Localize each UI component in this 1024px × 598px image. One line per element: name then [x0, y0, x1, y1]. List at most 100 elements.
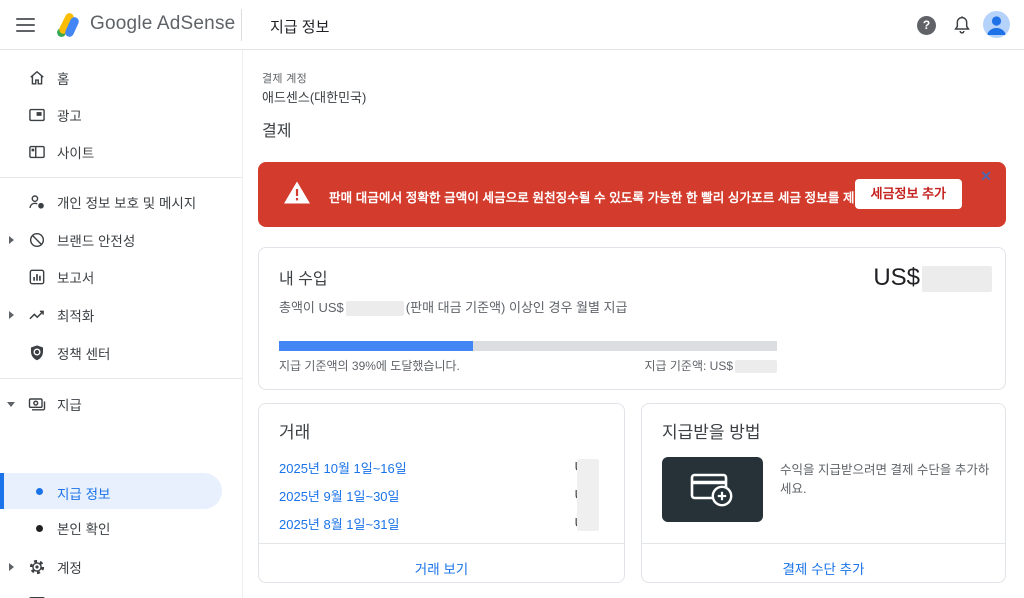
payment-method-card: 지급받을 방법 수익을 지급받으려면 결제 수단을 추가하세요. 결제 수단 추… — [641, 403, 1006, 583]
sidebar-item-policy-center[interactable]: 정책 센터 — [0, 336, 240, 370]
sidebar-item-label: 광고 — [57, 109, 82, 124]
card-divider — [642, 543, 1005, 544]
sidebar-item-home[interactable]: 홈 — [0, 61, 240, 95]
adsense-app: Google AdSense 지급 정보 ? 홈 광고 사이트 개인 정보 보호… — [0, 0, 1024, 598]
current-balance: US$ — [873, 264, 992, 292]
payments-icon — [27, 394, 47, 414]
billing-account-value: 애드센스(대한민국) — [262, 90, 367, 105]
sidebar-item-label: 지급 — [57, 398, 82, 413]
sidebar-item-label: 브랜드 안전성 — [57, 234, 136, 249]
payment-method-description: 수익을 지급받으려면 결제 수단을 추가하세요. — [780, 463, 990, 496]
transaction-period-link[interactable]: 2025년 8월 1일~31일 — [279, 514, 400, 533]
add-card-icon — [687, 469, 739, 511]
transaction-row: 2025년 8월 1일~31일 US$ — [259, 509, 624, 537]
transaction-period-link[interactable]: 2025년 10월 1일~16일 — [279, 458, 407, 477]
topbar-divider — [241, 9, 242, 41]
warning-icon — [283, 180, 311, 205]
top-bar: Google AdSense 지급 정보 ? — [0, 0, 1024, 50]
bullet-dot-icon — [36, 488, 43, 495]
avatar[interactable] — [983, 11, 1010, 38]
earnings-progress-fill — [279, 341, 474, 351]
sidebar-item-label: 보고서 — [57, 271, 95, 286]
privacy-messaging-icon — [27, 192, 47, 212]
sidebar-item-privacy-messaging[interactable]: 개인 정보 보호 및 메시지 — [0, 185, 240, 219]
alert-message: 판매 대금에서 정확한 금액이 세금으로 원천징수될 수 있도록 가능한 한 빨… — [329, 191, 920, 205]
sidebar-item-feedback[interactable]: 의견 — [0, 587, 240, 598]
transactions-card: 거래 2025년 10월 1일~16일 US$ 2025년 9월 1일~30일 … — [258, 403, 625, 583]
card-divider — [259, 543, 624, 544]
transactions-list: 2025년 10월 1일~16일 US$ 2025년 9월 1일~30일 US$… — [259, 453, 624, 537]
trending-up-icon — [27, 305, 47, 325]
payment-method-title: 지급받을 방법 — [662, 423, 761, 442]
sidebar-item-label: 사이트 — [57, 146, 95, 161]
sidebar-item-brand-safety[interactable]: 브랜드 안전성 — [0, 223, 240, 257]
expand-arrow-icon[interactable] — [9, 563, 14, 571]
payment-threshold: 지급 기준액: US$ — [644, 357, 777, 374]
brand-text: Google AdSense — [90, 13, 235, 35]
subtitle-suffix: (판매 대금 기준액) 이상인 경우 월별 지급 — [405, 300, 628, 315]
earnings-card: 내 수입 총액이 US$ (판매 대금 기준액) 이상인 경우 월별 지급 US$… — [258, 247, 1006, 390]
close-icon[interactable]: ✕ — [976, 164, 996, 189]
sidebar-item-label: 최적화 — [57, 309, 95, 324]
sidebar-item-reports[interactable]: 보고서 — [0, 260, 240, 294]
transaction-period-link[interactable]: 2025년 9월 1일~30일 — [279, 486, 400, 505]
sites-icon — [27, 142, 47, 162]
add-payment-method-link[interactable]: 결제 수단 추가 — [642, 552, 1005, 584]
sidebar-item-payments[interactable]: 지급 — [0, 387, 240, 421]
redacted-threshold-value — [735, 360, 777, 374]
hamburger-menu-icon[interactable] — [16, 14, 40, 36]
selected-indicator-bar — [0, 473, 4, 509]
subtitle-prefix: 총액이 US$ — [279, 300, 344, 315]
payment-progress: 지급 기준액의 39%에 도달했습니다. 지급 기준액: US$ — [279, 341, 777, 374]
threshold-label: 지급 기준액: US$ — [644, 359, 733, 373]
sidebar-item-identity-verification[interactable]: 본인 확인 — [0, 511, 240, 545]
transaction-row: 2025년 10월 1일~16일 US$ — [259, 453, 624, 481]
adsense-logo-icon — [52, 9, 84, 41]
add-tax-info-button[interactable]: 세금정보 추가 — [854, 179, 962, 209]
sidebar-divider — [0, 378, 243, 379]
sidebar-item-label: 본인 확인 — [57, 522, 111, 537]
sidebar-divider — [0, 177, 243, 178]
sidebar-item-label: 지급 정보 — [57, 487, 111, 502]
transactions-title: 거래 — [279, 423, 311, 442]
sidebar-item-label: 정책 센터 — [57, 347, 111, 362]
sidebar-item-sites[interactable]: 사이트 — [0, 135, 240, 169]
redacted-transaction-amounts — [577, 459, 599, 531]
help-icon[interactable]: ? — [917, 16, 936, 35]
expand-arrow-icon[interactable] — [9, 311, 14, 319]
sidebar-item-label: 의견 — [57, 594, 82, 598]
sidebar-item-label: 계정 — [57, 561, 82, 576]
sidebar-item-ads[interactable]: 광고 — [0, 98, 240, 132]
sidebar: 홈 광고 사이트 개인 정보 보호 및 메시지 브랜드 안전성 보고서 최적화 … — [0, 50, 243, 598]
progress-note: 지급 기준액의 39%에 도달했습니다. — [279, 359, 460, 373]
notifications-bell-icon[interactable] — [951, 14, 973, 36]
payment-method-tile — [662, 457, 763, 522]
billing-account-label: 결제 계정 — [262, 73, 308, 85]
payments-heading: 결제 — [262, 123, 292, 140]
earnings-subtitle: 총액이 US$ (판매 대금 기준액) 이상인 경우 월별 지급 — [279, 297, 628, 317]
progress-track — [279, 341, 777, 351]
policy-center-icon — [27, 343, 47, 363]
feedback-icon — [27, 594, 47, 598]
transaction-row: 2025년 9월 1일~30일 US$ — [259, 481, 624, 509]
bullet-dot-icon — [36, 525, 43, 532]
redacted-balance-amount — [922, 265, 992, 292]
tax-info-alert-banner: 판매 대금에서 정확한 금액이 세금으로 원천징수될 수 있도록 가능한 한 빨… — [258, 162, 1006, 227]
earnings-title: 내 수입 — [279, 271, 328, 288]
brand-google: Google — [90, 13, 153, 34]
page-title: 지급 정보 — [270, 19, 330, 36]
sidebar-item-label: 개인 정보 보호 및 메시지 — [57, 196, 197, 211]
expand-arrow-icon[interactable] — [9, 236, 14, 244]
sidebar-item-optimization[interactable]: 최적화 — [0, 298, 240, 332]
view-transactions-link[interactable]: 거래 보기 — [259, 552, 624, 584]
currency-label: US$ — [873, 264, 920, 291]
sidebar-item-account[interactable]: 계정 — [0, 550, 240, 584]
sidebar-item-payments-info[interactable]: 지급 정보 — [0, 473, 222, 509]
sidebar-item-label: 홈 — [57, 72, 70, 87]
brand-product: AdSense — [156, 13, 236, 34]
redacted-threshold-amount — [345, 301, 404, 317]
brand-safety-icon — [27, 230, 47, 250]
reports-icon — [27, 267, 47, 287]
home-icon — [27, 68, 47, 88]
collapse-arrow-icon[interactable] — [7, 402, 15, 407]
